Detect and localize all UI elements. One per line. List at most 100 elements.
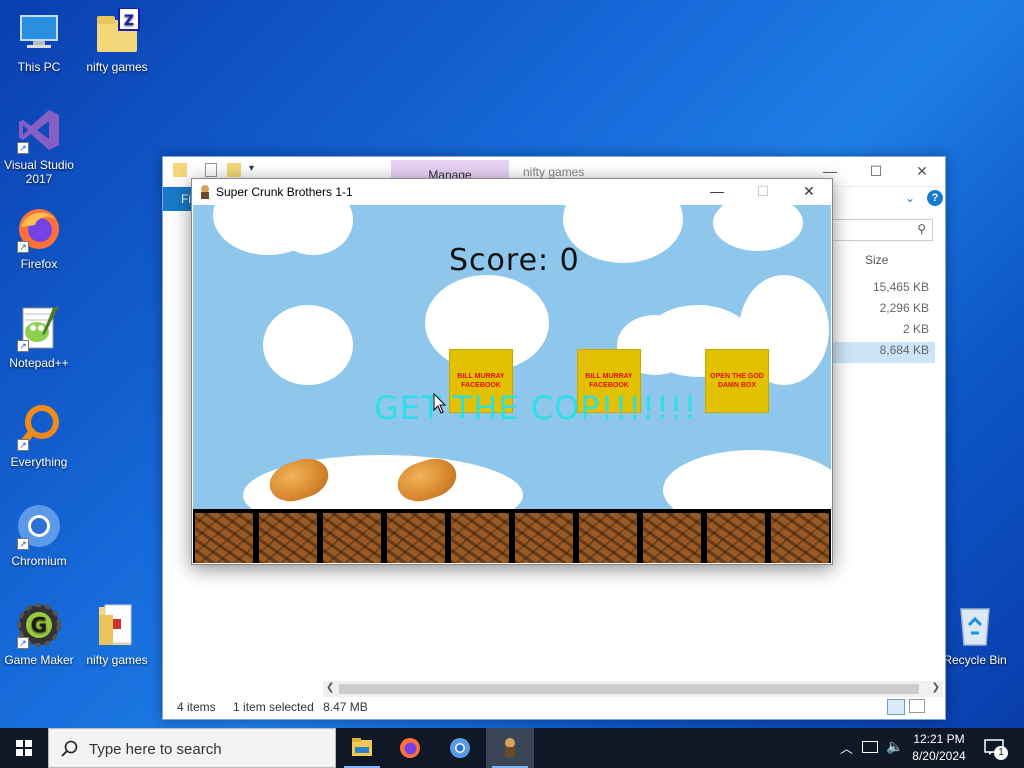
chromium-icon [450, 738, 470, 758]
desktop-icon-visual-studio[interactable]: ↗ Visual Studio 2017 [1, 106, 77, 186]
network-icon[interactable] [862, 741, 878, 753]
ground-block [259, 513, 317, 563]
taskbar-firefox[interactable] [386, 728, 434, 768]
desktop-icon-game-maker[interactable]: G ↗ Game Maker [1, 601, 77, 667]
large-icons-view-icon[interactable] [909, 699, 925, 713]
notification-center-button[interactable]: 1 [978, 728, 1024, 768]
question-box[interactable]: OPEN THE GOD DAMN BOX [705, 349, 769, 413]
desktop-icon-nifty-games-zip[interactable]: Z nifty games [79, 7, 155, 74]
desktop-icon-notepadpp[interactable]: ↗ Notepad++ [1, 304, 77, 370]
list-item-selected[interactable]: 8,684 KB [831, 342, 935, 363]
shortcut-arrow-icon: ↗ [17, 340, 29, 352]
shortcut-arrow-icon: ↗ [17, 241, 29, 253]
desktop-icon-this-pc[interactable]: This PC [1, 8, 77, 74]
ground-block [387, 513, 445, 563]
taskbar-search-input[interactable]: Type here to search [48, 728, 336, 768]
taskbar-chromium[interactable] [436, 728, 484, 768]
game-window-title: Super Crunk Brothers 1-1 [216, 185, 353, 199]
ground-block [195, 513, 253, 563]
everything-icon: ↗ [15, 403, 63, 451]
volume-muted-icon[interactable]: 🔈 [886, 738, 903, 755]
desktop-icon-label: Everything [10, 455, 68, 469]
scroll-right-icon[interactable]: ❯ [932, 682, 940, 693]
selection-info: 1 item selected [233, 700, 314, 714]
ground-block [323, 513, 381, 563]
desktop-icon-everything[interactable]: ↗ Everything [1, 403, 77, 469]
list-item[interactable]: 15,465 KB [831, 279, 935, 300]
ground-block [451, 513, 509, 563]
scroll-left-icon[interactable]: ❮ [326, 682, 334, 693]
windows-logo-icon [16, 740, 32, 756]
clock[interactable]: 12:21 PM 8/20/2024 [906, 731, 972, 765]
folder-icon [173, 163, 187, 177]
game-window[interactable]: Super Crunk Brothers 1-1 — ☐ ✕ Score: 0 … [191, 178, 833, 565]
desktop-icon-label: Chromium [11, 554, 67, 568]
svg-text:G: G [31, 613, 47, 637]
chevron-down-icon[interactable]: ⌄ [905, 191, 915, 205]
taskbar-file-explorer[interactable] [338, 728, 386, 768]
list-item[interactable]: 2 KB [831, 321, 935, 342]
clock-date: 8/20/2024 [912, 749, 966, 763]
taskbar: Type here to search ︿ 🔈 12:21 PM 8/20/20… [0, 728, 1024, 768]
desktop-icon-recycle-bin[interactable]: Recycle Bin [937, 601, 1013, 667]
recycle-bin-icon [951, 601, 999, 649]
scrollbar-thumb[interactable] [339, 684, 919, 694]
desktop-icon-firefox[interactable]: ↗ Firefox [1, 205, 77, 271]
game-app-icon [505, 738, 515, 757]
cloud [563, 205, 683, 263]
desktop-icon-nifty-games-folder[interactable]: nifty games [79, 601, 155, 667]
item-count: 4 items [177, 700, 216, 714]
score-display: Score: 0 [449, 243, 580, 278]
visual-studio-icon: ↗ [15, 106, 63, 154]
folder-icon [93, 601, 141, 649]
list-item[interactable]: 2,296 KB [831, 300, 935, 321]
firefox-icon: ↗ [15, 205, 63, 253]
mouse-cursor-icon [433, 393, 447, 414]
chevron-up-icon[interactable]: ︿ [840, 738, 853, 757]
taskbar-game[interactable] [486, 728, 534, 768]
ground-block [771, 513, 829, 563]
shortcut-arrow-icon: ↗ [17, 142, 29, 154]
details-view-icon[interactable] [887, 699, 905, 715]
desktop-icon-label: This PC [17, 60, 61, 74]
column-header-size[interactable]: Size [865, 253, 888, 267]
close-button[interactable]: ✕ [786, 179, 832, 205]
desktop-icon-label: Recycle Bin [943, 653, 1007, 667]
shortcut-arrow-icon: ↗ [17, 538, 29, 550]
folder-icon [227, 163, 241, 177]
ground-block [515, 513, 573, 563]
close-button[interactable]: ✕ [899, 157, 945, 187]
game-app-icon [201, 185, 209, 199]
desktop-icon-chromium[interactable]: ↗ Chromium [1, 502, 77, 568]
desktop-icon-label: Notepad++ [9, 356, 69, 370]
notepadpp-icon: ↗ [15, 304, 63, 352]
game-canvas[interactable]: Score: 0 BILL MURRAY FACEBOOK BILL MURRA… [193, 205, 831, 563]
quick-access-dropdown-icon[interactable]: ▾ [249, 163, 254, 174]
selection-size: 8.47 MB [323, 700, 368, 714]
cloud [263, 305, 353, 385]
desktop-icon-label: Game Maker [4, 653, 74, 667]
checkbox-icon[interactable] [205, 163, 217, 177]
chromium-icon: ↗ [15, 502, 63, 550]
help-icon[interactable]: ? [927, 190, 943, 206]
desktop-icon-label: nifty games [86, 60, 148, 74]
notification-badge: 1 [994, 746, 1008, 760]
ground-block [707, 513, 765, 563]
system-tray: ︿ 🔈 [836, 728, 906, 768]
desktop-icon-label: Firefox [20, 257, 58, 271]
desktop-icon-label: nifty games [86, 653, 148, 667]
minimize-button[interactable]: — [694, 179, 740, 205]
file-explorer-icon [352, 738, 372, 756]
clock-time: 12:21 PM [913, 732, 965, 746]
shortcut-arrow-icon: ↗ [17, 637, 29, 649]
svg-text:Z: Z [124, 13, 134, 29]
game-maker-icon: G ↗ [15, 601, 63, 649]
cloud [713, 205, 803, 251]
search-input[interactable]: ⚲ [829, 219, 933, 241]
start-button[interactable] [0, 728, 48, 768]
zip-folder-icon: Z [93, 7, 141, 56]
tab-file[interactable]: Fi [163, 187, 193, 211]
firefox-icon [400, 738, 420, 758]
maximize-button[interactable]: ☐ [853, 157, 899, 187]
game-titlebar[interactable]: Super Crunk Brothers 1-1 — ☐ ✕ [192, 179, 832, 205]
